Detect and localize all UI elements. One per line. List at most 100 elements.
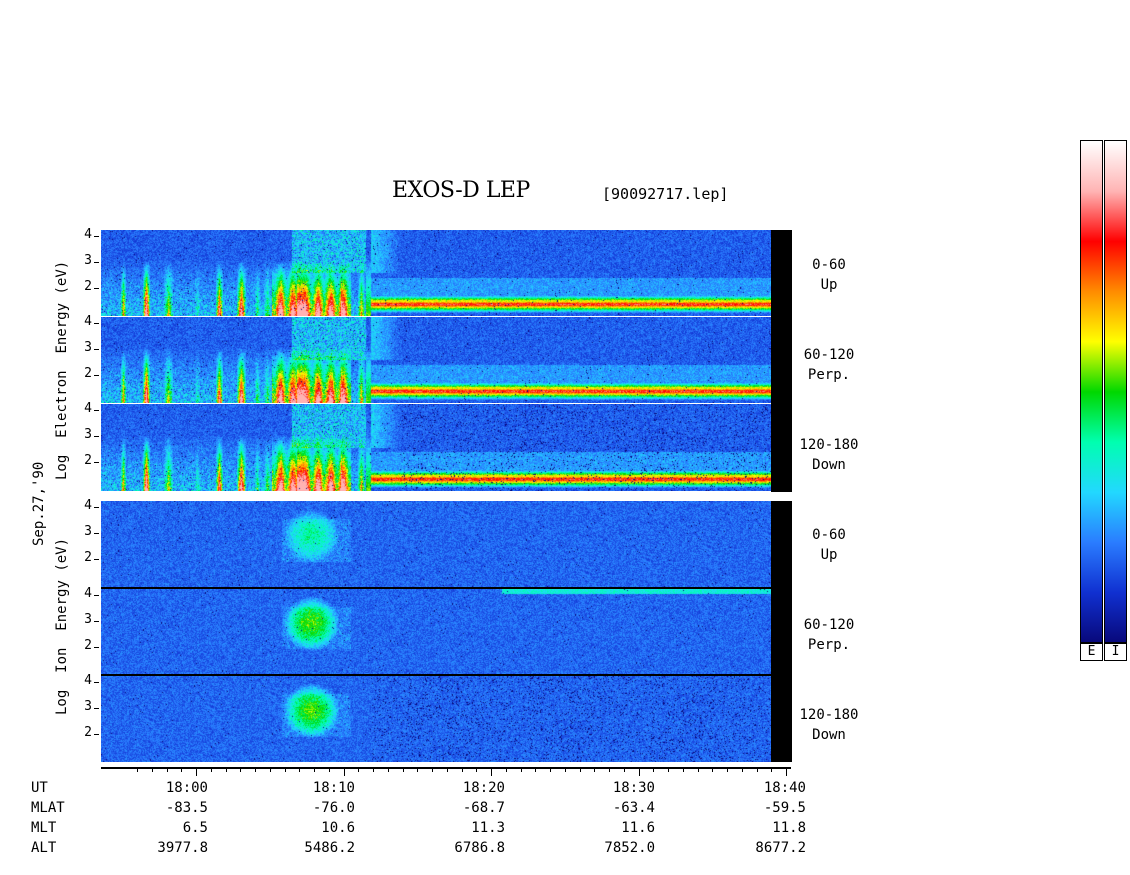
axis-row-value: 11.6	[621, 820, 655, 836]
x-minor-tick	[211, 768, 212, 772]
axis-row-value: 6.5	[182, 820, 208, 836]
electron-ylabel: Log Electron Energy (eV)	[54, 260, 70, 480]
x-minor-tick	[712, 768, 713, 772]
x-minor-tick	[417, 768, 418, 772]
y-tick-label: 3	[84, 612, 92, 627]
y-tick-label: 4	[84, 673, 92, 688]
ion-perp-panel	[101, 589, 771, 674]
axis-row-value: 6786.8	[454, 840, 505, 856]
x-minor-tick	[255, 768, 256, 772]
x-tick-label: 18:00	[165, 780, 208, 796]
y-tick-label: 2	[84, 638, 92, 653]
x-minor-tick	[240, 768, 241, 772]
x-minor-tick	[167, 768, 168, 772]
x-tick-label: 18:20	[462, 780, 505, 796]
y-tick-mark	[94, 323, 99, 324]
ion-up-panel	[101, 501, 771, 587]
y-tick-label: 2	[84, 366, 92, 381]
panel-angle-label: 60-120 Perp.	[803, 347, 855, 383]
y-tick-mark	[94, 734, 99, 735]
x-minor-tick	[447, 768, 448, 772]
axis-row-value: -59.5	[763, 800, 806, 816]
electron-colorbar	[1080, 140, 1103, 644]
x-axis-line	[101, 767, 791, 769]
panel-angle-label: 120-180 Down	[799, 437, 859, 473]
file-name: [90092717.lep]	[602, 185, 729, 203]
axis-row-value: -68.7	[462, 800, 505, 816]
y-tick-mark	[94, 682, 99, 683]
colorbar-label-i: I	[1104, 642, 1127, 661]
y-tick-label: 2	[84, 550, 92, 565]
panel-angle-label: 0-60 Up	[812, 527, 846, 563]
axis-row-name: UT	[31, 780, 48, 796]
ion-panel-divider	[101, 587, 792, 589]
ion-ylabel: Log Ion Energy (eV)	[54, 537, 70, 715]
axis-row-value: 10.6	[321, 820, 355, 836]
x-minor-tick	[373, 768, 374, 772]
axis-row-value: -63.4	[612, 800, 655, 816]
y-tick-mark	[94, 436, 99, 437]
x-minor-tick	[299, 768, 300, 772]
x-minor-tick	[285, 768, 286, 772]
axis-row-value: 7852.0	[604, 840, 655, 856]
x-minor-tick	[388, 768, 389, 772]
x-minor-tick	[403, 768, 404, 772]
y-tick-mark	[94, 533, 99, 534]
y-tick-label: 4	[84, 498, 92, 513]
ion-end-fill	[771, 501, 792, 762]
x-minor-tick	[683, 768, 684, 772]
axis-row-name: MLT	[31, 820, 57, 836]
y-tick-mark	[94, 462, 99, 463]
x-minor-tick	[432, 768, 433, 772]
x-tick-label: 18:10	[312, 780, 355, 796]
ion-colorbar	[1104, 140, 1127, 644]
y-tick-label: 2	[84, 453, 92, 468]
x-minor-tick	[698, 768, 699, 772]
axis-row-value: 5486.2	[304, 840, 355, 856]
chart-title: EXOS-D LEP	[392, 178, 530, 203]
panel-angle-label: 0-60 Up	[812, 257, 846, 293]
axis-row-value: 8677.2	[755, 840, 806, 856]
y-tick-label: 4	[84, 314, 92, 329]
axis-row-value: 3977.8	[157, 840, 208, 856]
colorbar-label-e: E	[1080, 642, 1103, 661]
y-tick-label: 3	[84, 524, 92, 539]
x-minor-tick	[152, 768, 153, 772]
x-minor-tick	[757, 768, 758, 772]
y-tick-label: 3	[84, 253, 92, 268]
y-tick-mark	[94, 621, 99, 622]
x-minor-tick	[226, 768, 227, 772]
y-tick-mark	[94, 236, 99, 237]
y-tick-mark	[94, 410, 99, 411]
x-minor-tick	[521, 768, 522, 772]
x-minor-tick	[609, 768, 610, 772]
x-major-tick	[344, 768, 345, 776]
y-tick-label: 3	[84, 427, 92, 442]
x-minor-tick	[535, 768, 536, 772]
ion-panel-divider	[101, 674, 792, 676]
y-tick-label: 4	[84, 586, 92, 601]
x-major-tick	[639, 768, 640, 776]
electron-down-panel	[101, 404, 771, 491]
x-minor-tick	[771, 768, 772, 772]
y-tick-label: 2	[84, 725, 92, 740]
y-tick-mark	[94, 507, 99, 508]
axis-row-value: -76.0	[312, 800, 355, 816]
x-minor-tick	[594, 768, 595, 772]
x-tick-label: 18:40	[763, 780, 806, 796]
axis-row-value: -83.5	[165, 800, 208, 816]
x-minor-tick	[727, 768, 728, 772]
x-minor-tick	[653, 768, 654, 772]
x-minor-tick	[181, 768, 182, 772]
y-tick-label: 3	[84, 340, 92, 355]
x-minor-tick	[624, 768, 625, 772]
y-tick-mark	[94, 375, 99, 376]
y-tick-mark	[94, 559, 99, 560]
y-tick-mark	[94, 708, 99, 709]
x-minor-tick	[314, 768, 315, 772]
x-major-tick	[491, 768, 492, 776]
axis-row-name: MLAT	[31, 800, 65, 816]
x-minor-tick	[580, 768, 581, 772]
y-tick-mark	[94, 288, 99, 289]
electron-end-fill	[771, 230, 792, 492]
